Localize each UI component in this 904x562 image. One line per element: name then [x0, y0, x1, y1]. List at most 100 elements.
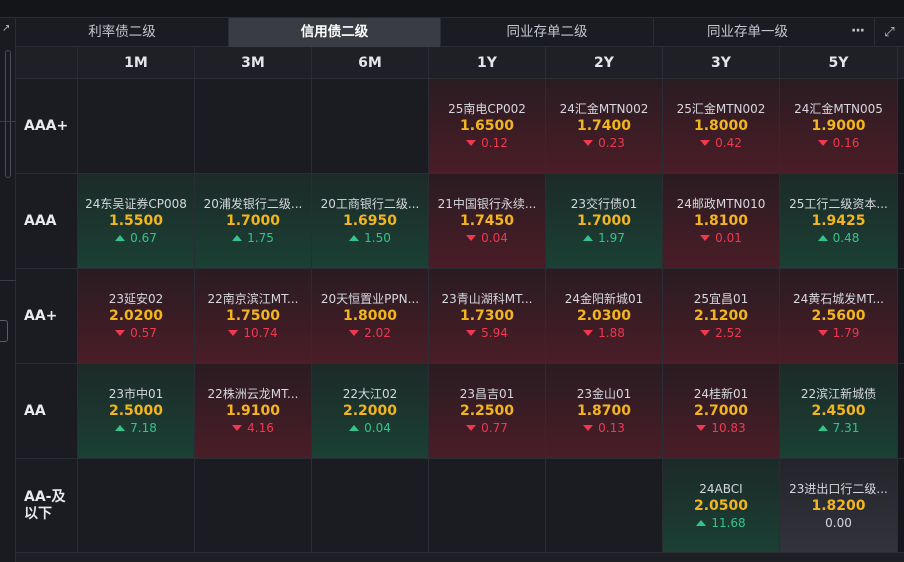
bond-cell[interactable]: 25宜昌01 2.1200 2.52: [663, 269, 780, 363]
bond-cell[interactable]: 20工商银行二级... 1.6950 1.50: [312, 174, 429, 268]
bond-yield: 1.9100: [225, 403, 281, 419]
tenor-header-6m: 6M: [312, 47, 429, 78]
empty-cell: [546, 459, 663, 553]
bond-change-value: 1.88: [598, 326, 625, 340]
tab-ncd-secondary[interactable]: 同业存单二级: [441, 18, 654, 47]
bond-change: 7.31: [817, 420, 860, 436]
rating-row: AAA+ 25南电CP002 1.6500 0.12 24汇金MTN002 1.7400 0…: [16, 79, 904, 174]
bond-cell[interactable]: 23青山湖科MT... 1.7300 5.94: [429, 269, 546, 363]
triangle-down-icon: [466, 140, 477, 146]
bond-cell[interactable]: 23金山01 1.8700 0.13: [546, 364, 663, 458]
bond-cell[interactable]: 24汇金MTN005 1.9000 0.16: [780, 79, 898, 173]
bond-yield: 1.7300: [459, 308, 515, 324]
triangle-down-icon: [583, 425, 594, 431]
bond-name: 23延安02: [108, 292, 164, 306]
triangle-up-icon: [583, 235, 594, 241]
bond-cell[interactable]: 23延安02 2.0200 0.57: [78, 269, 195, 363]
bond-cell[interactable]: 25汇金MTN002 1.8000 0.42: [663, 79, 780, 173]
more-icon[interactable]: ···: [841, 18, 874, 47]
bond-cell[interactable]: 22株洲云龙MT... 1.9100 4.16: [195, 364, 312, 458]
bond-cell[interactable]: 24金阳新城01 2.0300 1.88: [546, 269, 663, 363]
rating-label: AA: [16, 364, 78, 458]
bond-yield: 1.8000: [342, 308, 398, 324]
rating-label: AA-及以下: [16, 459, 78, 553]
triangle-down-icon: [466, 235, 477, 241]
rating-label: AAA: [16, 174, 78, 268]
scrollbar-thumb[interactable]: [5, 50, 11, 178]
bond-change-value: 1.75: [247, 231, 274, 245]
bond-cell[interactable]: 23进出口行二级... 1.8200 0.00: [780, 459, 898, 553]
bond-cell[interactable]: 22大江02 2.2000 0.04: [312, 364, 429, 458]
bond-change-value: 0.00: [825, 516, 852, 530]
bond-cell[interactable]: 23昌吉01 2.2500 0.77: [429, 364, 546, 458]
empty-cell: [429, 459, 546, 553]
bond-cell[interactable]: 20浦发银行二级... 1.7000 1.75: [195, 174, 312, 268]
bond-change: 0.04: [349, 420, 391, 436]
bond-change-value: 0.23: [598, 136, 625, 150]
rating-label: AAA+: [16, 79, 78, 173]
bond-change: 7.18: [115, 420, 157, 436]
bond-change-value: 10.74: [243, 326, 278, 340]
triangle-down-icon: [700, 140, 711, 146]
bond-change-value: 0.04: [481, 231, 508, 245]
bond-yield: 2.0300: [576, 308, 632, 324]
bond-cell[interactable]: 25工行二级资本... 1.9425 0.48: [780, 174, 898, 268]
bond-change: 4.16: [232, 420, 274, 436]
bond-cell[interactable]: 22滨江新城债 2.4500 7.31: [780, 364, 898, 458]
bond-change-value: 7.18: [130, 421, 157, 435]
tab-rate-bond[interactable]: 利率债二级: [16, 18, 229, 47]
triangle-down-icon: [817, 330, 828, 336]
bond-name: 23青山湖科MT...: [441, 292, 533, 306]
bond-name: 20天恒置业PPN...: [320, 292, 420, 306]
triangle-down-icon: [700, 330, 711, 336]
bond-cell[interactable]: 24邮政MTN010 1.8100 0.01: [663, 174, 780, 268]
bond-change-value: 0.01: [715, 231, 742, 245]
bond-cell[interactable]: 25南电CP002 1.6500 0.12: [429, 79, 546, 173]
bond-cell[interactable]: 24东吴证券CP008 1.5500 0.67: [78, 174, 195, 268]
bond-yield: 1.6950: [342, 213, 398, 229]
bond-name: 23金山01: [576, 387, 632, 401]
bond-name: 20浦发银行二级...: [203, 197, 303, 211]
bond-cell[interactable]: 23市中01 2.5000 7.18: [78, 364, 195, 458]
bond-cell[interactable]: 21中国银行永续... 1.7450 0.04: [429, 174, 546, 268]
bond-cell[interactable]: 24桂新01 2.7000 10.83: [663, 364, 780, 458]
bond-change: 1.50: [349, 230, 391, 246]
triangle-up-icon: [115, 425, 126, 431]
bond-name: 22大江02: [342, 387, 398, 401]
bond-change: 0.42: [700, 135, 742, 151]
bond-cell[interactable]: 24ABCI 2.0500 11.68: [663, 459, 780, 553]
bond-change-value: 10.83: [711, 421, 746, 435]
rating-row: AA+ 23延安02 2.0200 0.57 22南京滨江MT... 1.7500 10.7…: [16, 269, 904, 364]
bond-change: 0.01: [700, 230, 742, 246]
rating-row: AA 23市中01 2.5000 7.18 22株洲云龙MT... 1.9100 4.16 2…: [16, 364, 904, 459]
bond-change-value: 0.67: [130, 231, 157, 245]
bond-cell[interactable]: 24黄石城发MT... 2.5600 1.79: [780, 269, 898, 363]
bond-cell[interactable]: 22南京滨江MT... 1.7500 10.74: [195, 269, 312, 363]
bond-change: 0.12: [466, 135, 508, 151]
bond-change: 5.94: [466, 325, 508, 341]
bond-change-value: 11.68: [711, 516, 746, 530]
bond-change-value: 2.02: [364, 326, 391, 340]
bond-change-value: 0.77: [481, 421, 508, 435]
triangle-up-icon: [817, 425, 828, 431]
rating-row: AAA 24东吴证券CP008 1.5500 0.67 20浦发银行二级... 1.700…: [16, 174, 904, 269]
bond-cell[interactable]: 23交行债01 1.7000 1.97: [546, 174, 663, 268]
bond-change-value: 5.94: [481, 326, 508, 340]
bond-yield: 1.8700: [576, 403, 632, 419]
bond-change: 10.83: [696, 420, 746, 436]
bond-change: 0.67: [115, 230, 157, 246]
expand-icon[interactable]: ⤢: [874, 18, 904, 47]
side-handle[interactable]: [0, 320, 8, 342]
collapse-arrow-icon[interactable]: ↗: [2, 24, 10, 34]
left-side-panel: ↗: [0, 18, 16, 562]
tab-ncd-primary[interactable]: 同业存单一级: [654, 18, 841, 47]
tab-credit-bond[interactable]: 信用债二级: [229, 18, 441, 47]
bond-change-value: 7.31: [832, 421, 860, 435]
empty-cell: [78, 79, 195, 173]
bond-change-value: 0.42: [715, 136, 742, 150]
panel-divider: [0, 121, 16, 122]
bond-change-value: 0.04: [364, 421, 391, 435]
bond-cell[interactable]: 24汇金MTN002 1.7400 0.23: [546, 79, 663, 173]
bond-cell[interactable]: 20天恒置业PPN... 1.8000 2.02: [312, 269, 429, 363]
bond-change: 1.75: [232, 230, 274, 246]
